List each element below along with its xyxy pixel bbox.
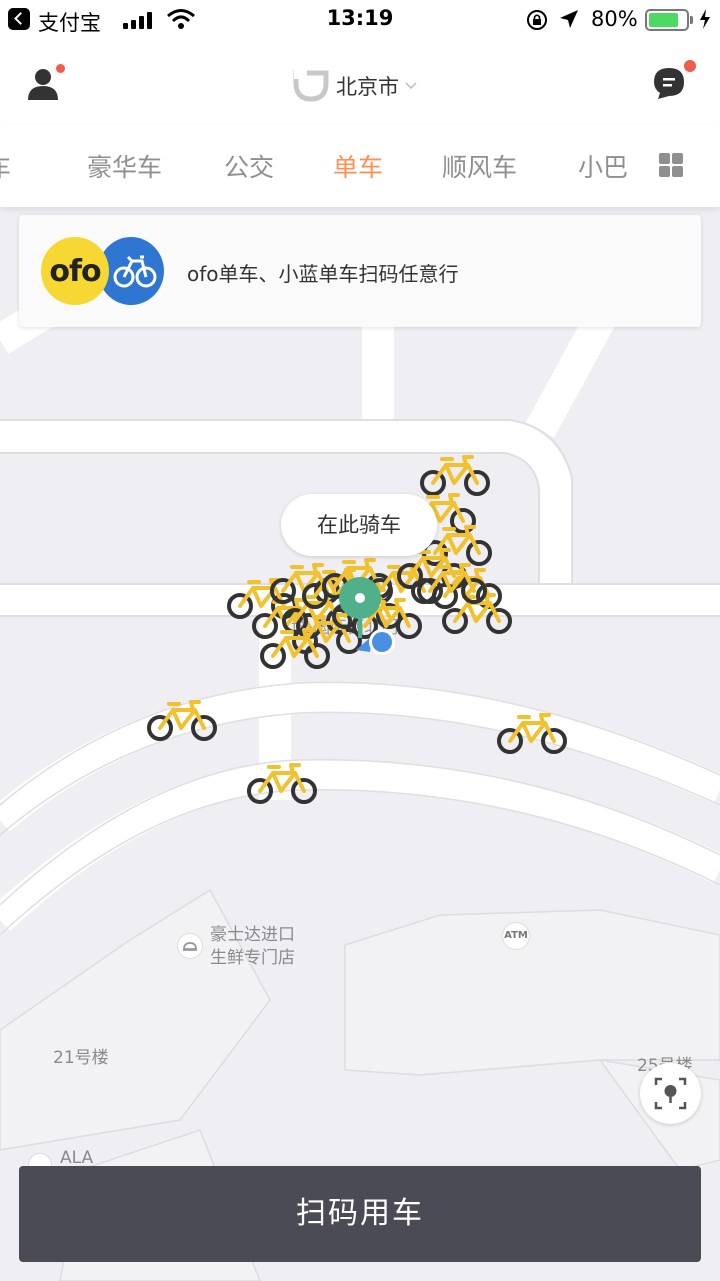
map-label-store-2: 生鲜专门店 [210, 948, 295, 968]
header: 北京市 [0, 40, 720, 125]
tab-minibus[interactable]: 小巴 [578, 148, 628, 184]
bike-marker-icon[interactable] [415, 560, 489, 606]
grid-icon [659, 153, 683, 177]
map-label-store-1: 豪士达进口 [210, 925, 295, 945]
poi-store-icon [177, 933, 203, 959]
tab-bike[interactable]: 单车 [333, 148, 383, 184]
bike-marker-icon[interactable] [258, 625, 332, 671]
tab-carpool[interactable]: 顺风车 [442, 148, 517, 184]
battery-percent: 80% [591, 7, 638, 31]
status-bar: 支付宝 13:19 80% [0, 0, 720, 40]
banner-text: ofo单车、小蓝单车扫码任意行 [187, 262, 459, 286]
tab-car[interactable]: 车 [0, 148, 11, 184]
tab-bus[interactable]: 公交 [224, 148, 274, 184]
atm-label: ATM [504, 930, 528, 941]
bike-marker-icon[interactable] [245, 760, 319, 806]
location-arrow-icon [560, 10, 578, 28]
current-location-icon [356, 629, 395, 655]
map-label-ala: ALA [60, 1148, 94, 1168]
tab-luxury-car[interactable]: 豪华车 [87, 148, 162, 184]
battery-fill [649, 13, 678, 27]
user-notification-dot [56, 64, 65, 73]
bike-marker-icon[interactable] [495, 710, 569, 756]
bike-promo-banner[interactable]: ofo ofo单车、小蓝单车扫码任意行 [19, 215, 701, 327]
battery-icon [645, 9, 689, 31]
locate-me-button[interactable] [640, 1063, 701, 1124]
scan-to-ride-button[interactable]: 扫码用车 [19, 1166, 701, 1262]
bike-marker-icon[interactable] [145, 697, 219, 743]
rotation-lock-icon [527, 10, 547, 30]
more-services-button[interactable] [642, 125, 720, 207]
ride-here-bubble[interactable]: 在此骑车 [281, 494, 437, 556]
didi-logo-icon [293, 69, 329, 102]
battery-cap [690, 16, 693, 24]
city-selector[interactable]: 北京市 [292, 69, 417, 103]
atm-icon: ATM [502, 922, 530, 950]
service-tabs: 车 豪华车 公交 单车 顺风车 小巴 [0, 125, 720, 207]
chevron-down-icon [405, 82, 417, 90]
map-label-building-21: 21号楼 [53, 1048, 109, 1068]
locate-icon [654, 1077, 687, 1110]
city-name: 北京市 [336, 75, 399, 99]
charging-bolt-icon [700, 9, 710, 29]
message-notification-dot [684, 60, 696, 72]
message-icon[interactable] [652, 66, 686, 100]
ofo-logo: ofo [41, 237, 109, 305]
